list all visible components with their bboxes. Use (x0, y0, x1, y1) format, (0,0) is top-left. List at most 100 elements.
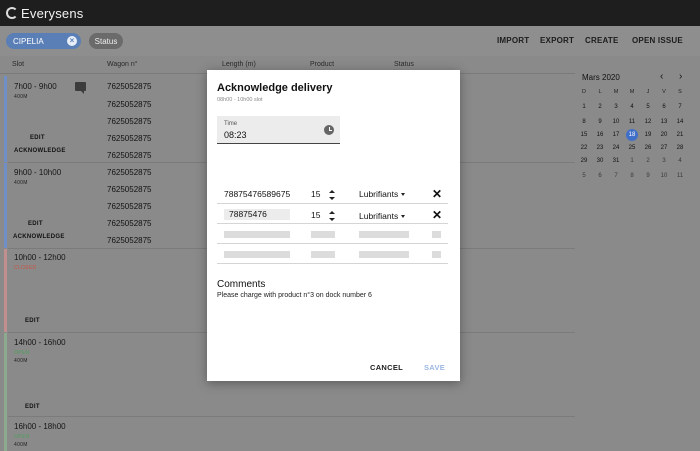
import-button[interactable]: IMPORT (497, 36, 529, 45)
product-code-input[interactable]: 78875476 (224, 209, 290, 220)
slot-stripe (4, 163, 7, 248)
wagon-number: 7625052875 (107, 117, 152, 126)
edit-button[interactable]: EDIT (30, 135, 45, 141)
edit-button[interactable]: EDIT (25, 318, 40, 324)
calendar-day[interactable]: 4 (672, 155, 688, 167)
create-button[interactable]: CREATE (585, 36, 619, 45)
time-field[interactable]: Time 08:23 (217, 116, 340, 144)
comment-icon[interactable] (75, 82, 86, 94)
calendar-day[interactable]: 23 (592, 142, 608, 154)
calendar-day[interactable]: 29 (576, 155, 592, 167)
calendar-day[interactable]: 22 (576, 142, 592, 154)
remove-line-icon[interactable]: ✕ (432, 188, 442, 200)
calendar-day[interactable]: 25 (624, 142, 640, 154)
wagon-number: 7625052875 (107, 236, 152, 245)
edit-button[interactable]: EDIT (28, 221, 43, 227)
product-code[interactable]: 78875476589675 (224, 189, 290, 199)
calendar-weekday: L (598, 89, 602, 95)
chevron-right-icon[interactable]: › (679, 71, 682, 82)
remove-line-icon[interactable]: ✕ (432, 209, 442, 221)
cancel-button[interactable]: CANCEL (370, 363, 403, 372)
calendar-day[interactable]: 2 (640, 155, 656, 167)
slot-time: 7h00 - 9h00 (14, 82, 57, 91)
calendar-day[interactable]: 18 (624, 129, 640, 141)
col-header-wagon: Wagon n° (107, 61, 138, 68)
calendar-day[interactable]: 6 (656, 101, 672, 113)
calendar-day[interactable]: 10 (608, 116, 624, 128)
calendar-day[interactable]: 3 (608, 101, 624, 113)
calendar-day[interactable]: 11 (672, 170, 688, 182)
time-label: Time (224, 121, 238, 127)
calendar-day-selected[interactable]: 18 (626, 129, 638, 141)
calendar-day[interactable]: 17 (608, 129, 624, 141)
calendar-day[interactable]: 6 (592, 170, 608, 182)
acknowledge-button[interactable]: ACKNOWLEDGE (13, 234, 65, 240)
calendar-day[interactable]: 5 (640, 101, 656, 113)
open-issue-button[interactable]: OPEN ISSUE (632, 36, 683, 45)
calendar-day[interactable]: 24 (608, 142, 624, 154)
save-button[interactable]: SAVE (424, 363, 445, 372)
calendar-day[interactable]: 30 (592, 155, 608, 167)
close-icon[interactable]: × (67, 36, 77, 46)
calendar-day[interactable]: 7 (672, 101, 688, 113)
wagon-number: 7625052875 (107, 168, 152, 177)
quantity-stepper-icon[interactable] (329, 190, 335, 200)
edit-button[interactable]: EDIT (25, 404, 40, 410)
calendar-day[interactable]: 8 (576, 116, 592, 128)
slot-stripe (4, 249, 7, 332)
chevron-left-icon[interactable]: ‹ (660, 71, 663, 82)
calendar-day[interactable]: 28 (672, 142, 688, 154)
calendar-day[interactable]: 19 (640, 129, 656, 141)
export-button[interactable]: EXPORT (540, 36, 574, 45)
calendar-day[interactable]: 4 (624, 101, 640, 113)
calendar-day[interactable]: 1 (576, 101, 592, 113)
calendar-day[interactable]: 8 (624, 170, 640, 182)
quantity-stepper-icon[interactable] (329, 211, 335, 221)
calendar-day[interactable]: 9 (640, 170, 656, 182)
product-select[interactable]: Lubrifiants (359, 211, 406, 221)
status-chip[interactable]: Status (89, 33, 123, 49)
clock-icon[interactable] (324, 125, 334, 135)
top-bar: Everysens (0, 0, 700, 26)
status-badge: OPEN (14, 350, 30, 356)
placeholder-bar (359, 251, 409, 258)
calendar-day[interactable]: 2 (592, 101, 608, 113)
calendar-day[interactable]: 21 (672, 129, 688, 141)
slot-length: 400M (14, 180, 28, 186)
calendar-day[interactable]: 7 (608, 170, 624, 182)
product-select[interactable]: Lubrifiants (359, 189, 406, 199)
wagon-number: 7625052875 (107, 185, 152, 194)
wagon-number: 7625052875 (107, 100, 152, 109)
comments-title: Comments (217, 279, 266, 290)
calendar-day[interactable]: 26 (640, 142, 656, 154)
calendar-day[interactable]: 11 (624, 116, 640, 128)
calendar-day[interactable]: 31 (608, 155, 624, 167)
col-header-status: Status (394, 61, 414, 68)
quantity-value[interactable]: 15 (311, 210, 320, 220)
acknowledge-dialog: Acknowledge delivery 08h00 - 10h00 slot … (207, 70, 460, 381)
quantity-value[interactable]: 15 (311, 189, 320, 199)
filter-chip[interactable]: CIPELIA × (6, 33, 81, 49)
calendar-day[interactable]: 16 (592, 129, 608, 141)
calendar-weekday: V (662, 89, 666, 95)
calendar-day[interactable]: 9 (592, 116, 608, 128)
placeholder-bar (311, 231, 335, 238)
calendar-day[interactable]: 13 (656, 116, 672, 128)
calendar-day[interactable]: 5 (576, 170, 592, 182)
calendar-weekday: M (613, 89, 619, 95)
wagon-number: 7625052875 (107, 202, 152, 211)
calendar-day[interactable]: 3 (656, 155, 672, 167)
placeholder-bar (224, 231, 290, 238)
acknowledge-button[interactable]: ACKNOWLEDGE (14, 148, 66, 154)
calendar-day[interactable]: 15 (576, 129, 592, 141)
calendar-day[interactable]: 10 (656, 170, 672, 182)
calendar-day[interactable]: 14 (672, 116, 688, 128)
slot-length: 400M (14, 358, 28, 364)
calendar-day[interactable]: 1 (624, 155, 640, 167)
calendar-day[interactable]: 12 (640, 116, 656, 128)
calendar-day[interactable]: 20 (656, 129, 672, 141)
caret-down-icon (401, 215, 406, 219)
slot-length: 400M (14, 442, 28, 448)
slot-time: 9h00 - 10h00 (14, 168, 62, 177)
calendar-day[interactable]: 27 (656, 142, 672, 154)
